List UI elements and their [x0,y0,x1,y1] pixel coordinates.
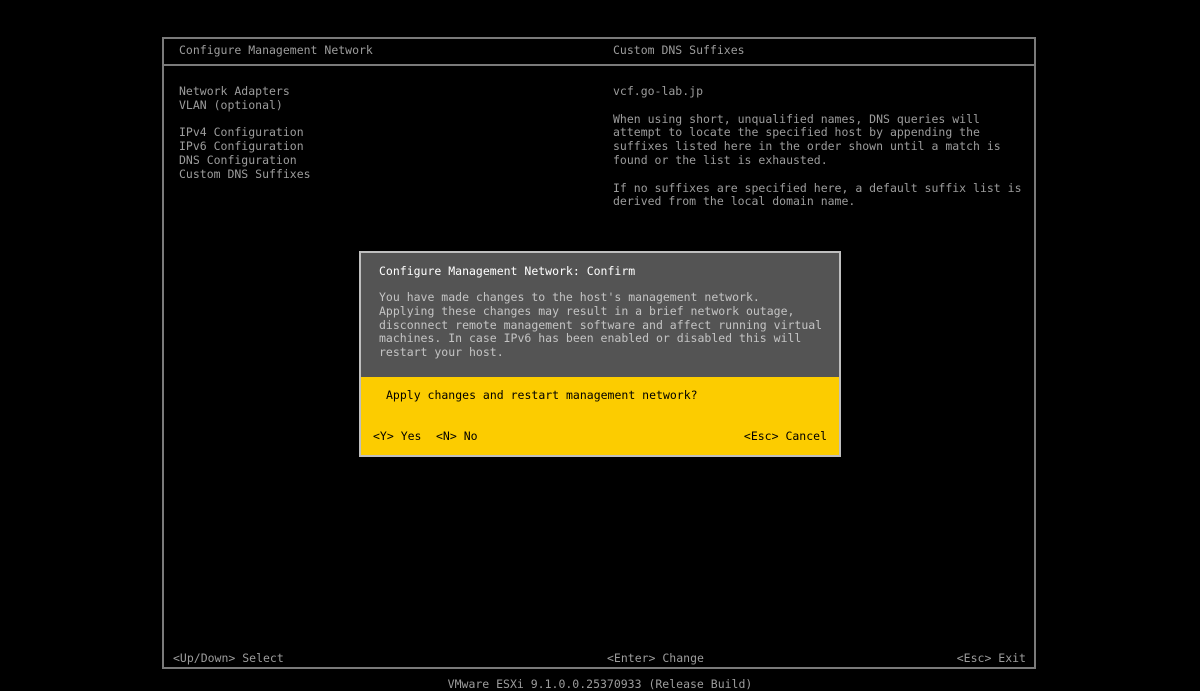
cancel-button[interactable]: <Esc> Cancel [744,429,827,443]
right-pane-title: Custom DNS Suffixes [613,43,745,57]
detail-description-1: When using short, unqualified names, DNS… [613,111,1001,167]
menu-item-network-adapters[interactable]: Network Adapters [179,84,311,99]
confirm-question: Apply changes and restart management net… [386,388,698,402]
detail-description-2: If no suffixes are specified here, a def… [613,180,1022,209]
menu-item-custom-dns-suffixes[interactable]: Custom DNS Suffixes [179,167,311,182]
dialog-action-bar: Apply changes and restart management net… [361,377,839,455]
footer-exit-hint: <Esc> Exit [956,651,1026,665]
menu-item-ipv6-configuration[interactable]: IPv6 Configuration [179,139,311,154]
title-divider [164,64,1034,66]
footer-select-hint: <Up/Down> Select [173,651,284,665]
dns-suffix-value: vcf.go-lab.jp [613,84,704,98]
version-string: VMware ESXi 9.1.0.0.25370933 (Release Bu… [447,677,753,691]
menu-item-vlan[interactable]: VLAN (optional) [179,98,311,113]
menu-item-dns-configuration[interactable]: DNS Configuration [179,153,311,168]
yes-button[interactable]: <Y> Yes [373,429,421,443]
left-pane-title: Configure Management Network [179,43,373,57]
menu-item-ipv4-configuration[interactable]: IPv4 Configuration [179,126,311,140]
no-button[interactable]: <N> No [436,429,478,443]
footer-change-hint: <Enter> Change [607,651,704,665]
network-menu: Network Adapters VLAN (optional) IPv4 Co… [179,84,311,182]
dialog-message: You have made changes to the host's mana… [379,290,823,360]
dialog-title: Configure Management Network: Confirm [379,264,636,278]
detail-pane: vcf.go-lab.jp When using short, unqualif… [613,84,1033,223]
confirm-dialog: Configure Management Network: Confirm Yo… [359,251,841,457]
